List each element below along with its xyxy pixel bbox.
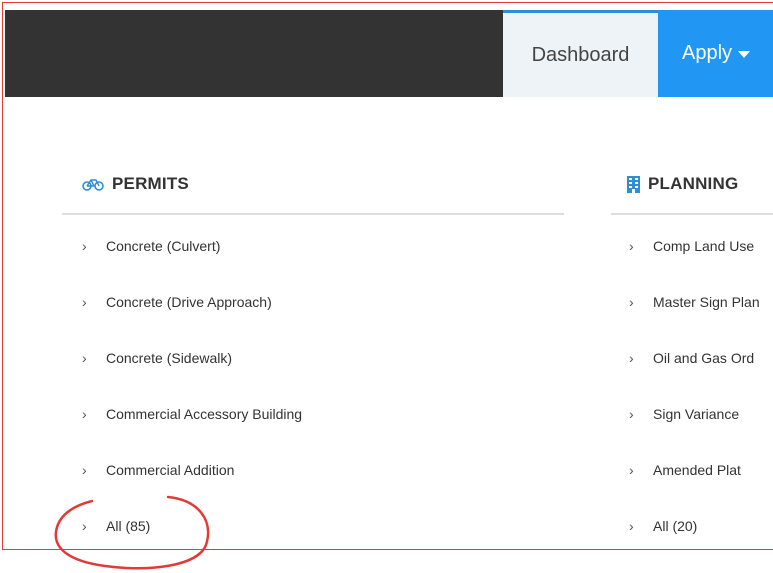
chevron-right-icon: › xyxy=(82,518,87,534)
planning-header: PLANNING xyxy=(611,168,773,200)
permits-item-commercial-accessory-building[interactable]: › Commercial Accessory Building xyxy=(82,406,302,422)
list-item-label: Commercial Accessory Building xyxy=(106,406,303,422)
building-icon xyxy=(627,175,640,193)
bicycle-icon xyxy=(82,177,104,191)
chevron-right-icon: › xyxy=(82,406,87,422)
list-item-label: Comp Land Use xyxy=(653,238,755,254)
permits-divider xyxy=(62,213,564,215)
list-item-label: Commercial Addition xyxy=(106,462,235,478)
permits-column: PERMITS › Concrete (Culvert) › Concrete … xyxy=(62,168,564,534)
list-item-label: Amended Plat xyxy=(653,462,741,478)
chevron-right-icon: › xyxy=(82,350,87,366)
planning-divider xyxy=(611,213,773,215)
nav-dashboard-link[interactable]: Dashboard xyxy=(503,10,658,97)
chevron-right-icon: › xyxy=(82,238,87,254)
planning-item-master-sign-plan[interactable]: › Master Sign Plan xyxy=(629,294,760,310)
planning-title: PLANNING xyxy=(648,174,739,193)
list-item-label: Concrete (Sidewalk) xyxy=(106,350,233,366)
list-item-label: Oil and Gas Ord xyxy=(653,350,755,366)
permits-title: PERMITS xyxy=(112,174,189,193)
permits-header: PERMITS xyxy=(62,168,564,200)
list-item-label: Master Sign Plan xyxy=(653,294,760,310)
list-item-label: All (20) xyxy=(653,518,698,534)
planning-item-all[interactable]: › All (20) xyxy=(629,518,697,534)
nav-apply-label: Apply xyxy=(682,42,733,64)
caret-down-icon xyxy=(738,51,751,58)
planning-item-comp-land-use[interactable]: › Comp Land Use xyxy=(629,238,754,254)
planning-column: PLANNING › Comp Land Use › Master Sign P… xyxy=(611,168,773,534)
permits-item-all[interactable]: › All (85) xyxy=(82,518,150,534)
planning-item-amended-plat[interactable]: › Amended Plat xyxy=(629,462,741,478)
chevron-right-icon: › xyxy=(629,406,634,422)
chevron-right-icon: › xyxy=(629,294,634,310)
list-item-label: Sign Variance xyxy=(653,406,740,422)
nav-dashboard-label: Dashboard xyxy=(531,43,630,66)
permits-item-concrete-drive-approach[interactable]: › Concrete (Drive Approach) xyxy=(82,294,272,310)
planning-item-sign-variance[interactable]: › Sign Variance xyxy=(629,406,739,422)
chevron-right-icon: › xyxy=(629,462,634,478)
list-item-label: Concrete (Culvert) xyxy=(106,238,221,254)
permits-item-concrete-culvert[interactable]: › Concrete (Culvert) xyxy=(82,238,220,254)
planning-item-oil-and-gas[interactable]: › Oil and Gas Ord xyxy=(629,350,754,366)
chevron-right-icon: › xyxy=(629,518,634,534)
chevron-right-icon: › xyxy=(629,238,634,254)
list-item-label: Concrete (Drive Approach) xyxy=(106,294,272,310)
nav-apply-dropdown[interactable]: Apply xyxy=(658,10,773,97)
top-navbar: Dashboard Apply xyxy=(5,10,773,97)
chevron-right-icon: › xyxy=(82,462,87,478)
chevron-right-icon: › xyxy=(82,294,87,310)
permits-item-commercial-addition[interactable]: › Commercial Addition xyxy=(82,462,234,478)
permits-item-concrete-sidewalk[interactable]: › Concrete (Sidewalk) xyxy=(82,350,232,366)
chevron-right-icon: › xyxy=(629,350,634,366)
list-item-label: All (85) xyxy=(106,518,151,534)
